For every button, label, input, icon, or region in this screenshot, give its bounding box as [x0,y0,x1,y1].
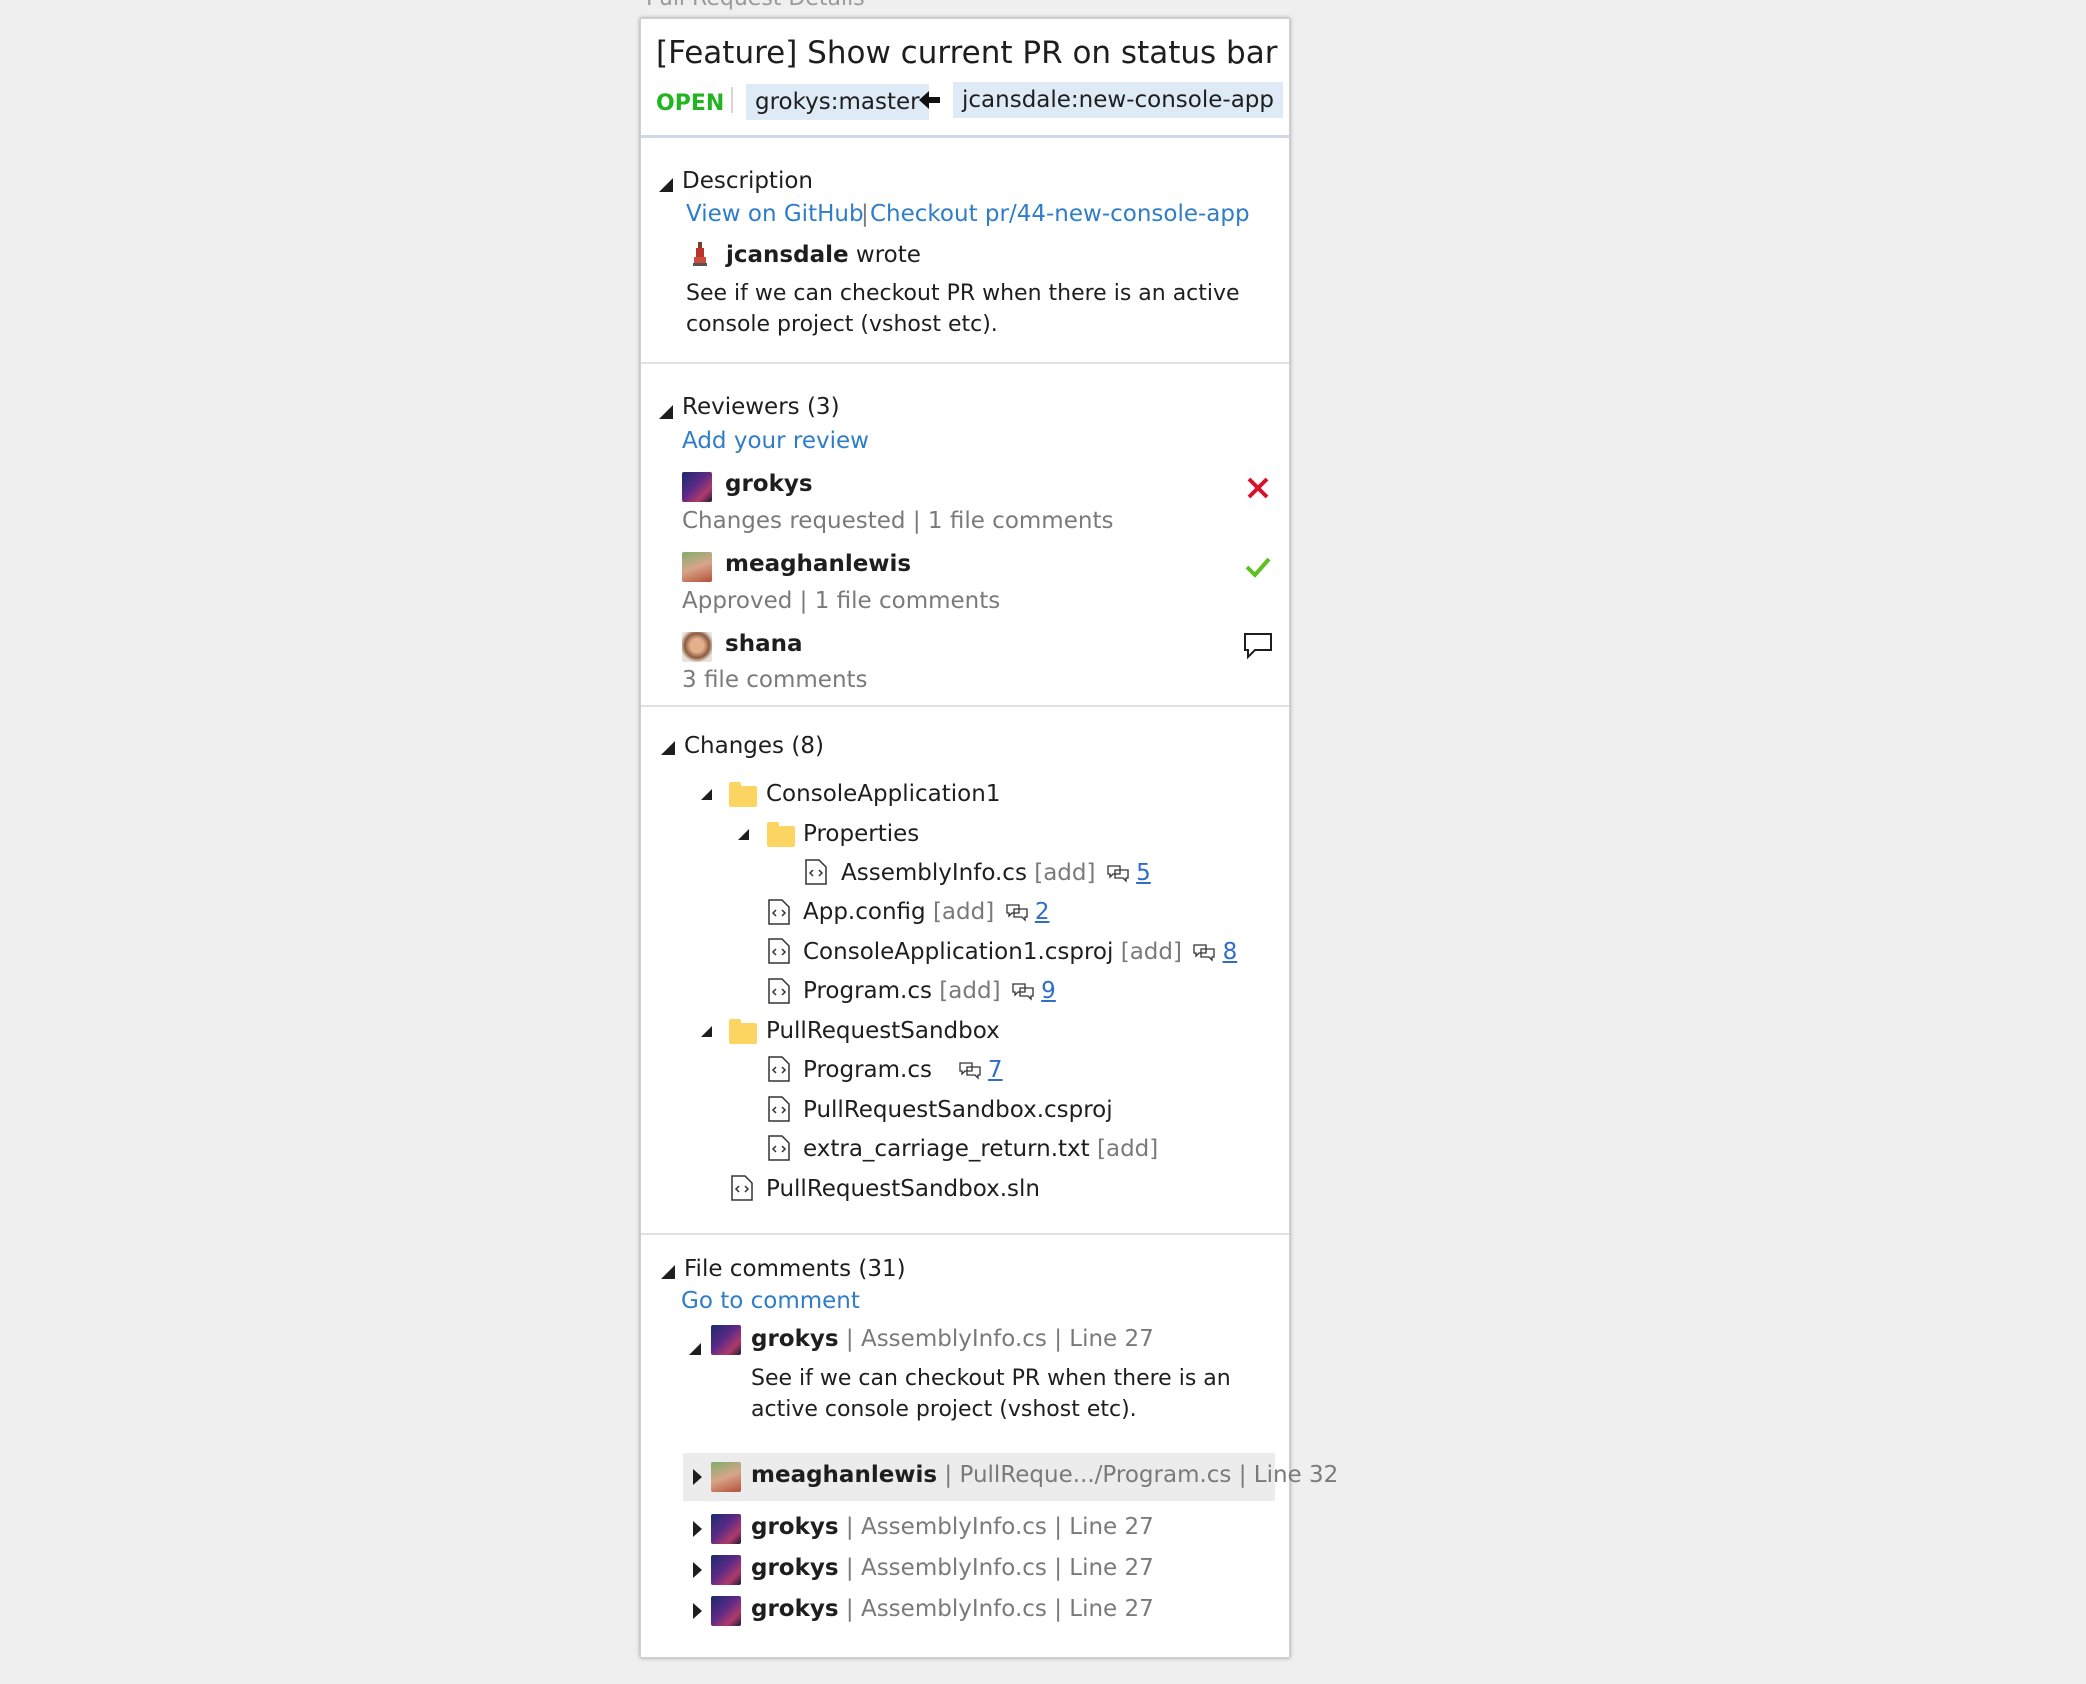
x-icon [1247,477,1269,499]
avatar [711,1462,741,1492]
avatar [682,632,712,662]
tree-file[interactable]: PullRequestSandbox.csproj [803,1097,1113,1131]
collapse-triangle-icon[interactable] [659,405,673,419]
tree-folder[interactable]: ConsoleApplication1 [766,781,1000,815]
view-on-github-link[interactable]: View on GitHub [686,201,864,227]
tree-folder[interactable]: PullRequestSandbox [766,1018,1000,1052]
description-body-line2: console project (vshost etc). [686,312,998,337]
tree-file[interactable]: Program.cs 7 [803,1057,1003,1091]
tree-file[interactable]: PullRequestSandbox.sln [766,1176,1040,1210]
file-comments-section: File comments (31) Go to comment grokys … [641,1235,1338,1655]
comment-header[interactable]: grokys | AssemblyInfo.cs | Line 27 [751,1326,1154,1352]
expand-triangle-icon[interactable] [701,789,712,800]
folder-icon [729,1019,757,1044]
comment-body-line2: active console project (vshost etc). [751,1397,1137,1422]
window-title: Pull Request Details [646,0,865,11]
comment-body-line1: See if we can checkout PR when there is … [751,1366,1231,1391]
comment-count-link: 8 [1222,939,1238,965]
go-to-comment-link[interactable]: Go to comment [681,1288,860,1314]
tree-file[interactable]: extra_carriage_return.txt [add] [803,1136,1158,1170]
checkout-branch-link[interactable]: Checkout pr/44-new-console-app [870,201,1250,227]
code-file-icon [805,859,827,885]
description-section: Description View on GitHub | Checkout pr… [641,138,1289,364]
folder-icon [729,782,757,807]
reviewer-name[interactable]: grokys [725,471,813,497]
pr-header: [Feature] Show current PR on status bar … [641,19,1289,138]
comment-header[interactable]: grokys | AssemblyInfo.cs | Line 27 [751,1514,1154,1540]
collapse-triangle-icon[interactable] [661,1265,675,1279]
tree-file[interactable]: Program.cs [add] 9 [803,978,1056,1012]
folder-icon [767,822,795,847]
code-file-icon [731,1175,753,1201]
comment-count-link: 7 [987,1057,1003,1083]
jcansdale-avatar [693,242,707,266]
avatar [682,472,712,502]
comment-icon [1244,633,1272,660]
source-branch: jcansdale:new-console-app [953,82,1283,118]
comments-icon [958,1061,981,1080]
comment-count-link: 2 [1034,899,1050,925]
description-body-line1: See if we can checkout PR when there is … [686,281,1240,306]
code-file-icon [768,899,790,925]
code-file-icon [768,1096,790,1122]
collapse-triangle-icon[interactable] [661,741,675,755]
pull-request-details-panel: [Feature] Show current PR on status bar … [640,18,1338,1658]
tree-folder[interactable]: Properties [803,821,919,855]
link-separator: | [861,201,869,227]
expand-triangle-icon[interactable] [693,1562,702,1578]
tree-file[interactable]: App.config [add] 2 [803,899,1049,933]
pr-title: [Feature] Show current PR on status bar [656,35,1278,71]
comment-header[interactable]: meaghanlewis | PullReque.../Program.cs |… [751,1462,1338,1488]
tree-file[interactable]: AssemblyInfo.cs [add] 5 [841,860,1151,894]
comment-header[interactable]: grokys | AssemblyInfo.cs | Line 27 [751,1555,1154,1581]
reviewer-summary: 3 file comments [682,667,868,693]
expand-triangle-icon[interactable] [738,829,749,840]
code-file-icon [768,1135,790,1161]
comments-icon [1012,982,1034,1001]
collapse-triangle-icon[interactable] [659,178,673,192]
code-file-icon [768,1056,790,1082]
reviewers-section: Reviewers (3) Add your review grokys Cha… [641,364,1289,707]
add-review-link[interactable]: Add your review [682,428,869,454]
description-author[interactable]: jcansdale [726,242,849,268]
check-icon [1245,557,1271,578]
reviewer-summary: Changes requested | 1 file comments [682,508,1114,534]
comment-count-link: 9 [1041,978,1056,1004]
reviewer-name[interactable]: shana [725,631,802,657]
comments-icon [1005,903,1028,922]
changes-section: Changes (8) ConsoleApplication1 Properti… [641,707,1289,1235]
avatar [711,1555,741,1585]
expand-triangle-icon[interactable] [693,1603,702,1619]
reviewer-summary: Approved | 1 file comments [682,588,1001,614]
avatar [711,1325,741,1355]
pr-state-badge: OPEN [656,91,725,116]
description-heading[interactable]: Description [682,168,813,194]
tree-file[interactable]: ConsoleApplication1.csproj [add] 8 [803,939,1237,973]
arrow-left-icon [919,91,940,109]
reviewer-name[interactable]: meaghanlewis [725,551,911,577]
code-file-icon [768,978,790,1004]
expand-triangle-icon[interactable] [701,1026,712,1037]
comments-icon [1107,864,1129,883]
code-file-icon [768,938,790,964]
expand-triangle-icon[interactable] [689,1343,701,1355]
target-branch: grokys:master [746,84,929,120]
changes-heading[interactable]: Changes (8) [684,733,824,759]
avatar [682,552,712,582]
divider [731,87,733,113]
avatar [711,1514,741,1544]
comment-count-link: 5 [1136,860,1151,886]
expand-triangle-icon[interactable] [693,1469,702,1485]
expand-triangle-icon[interactable] [693,1521,702,1537]
avatar [711,1596,741,1626]
comment-header[interactable]: grokys | AssemblyInfo.cs | Line 27 [751,1596,1154,1622]
comments-icon [1193,943,1215,962]
reviewers-heading[interactable]: Reviewers (3) [682,394,840,420]
wrote-label: wrote [855,242,921,268]
file-comments-heading[interactable]: File comments (31) [684,1256,906,1282]
